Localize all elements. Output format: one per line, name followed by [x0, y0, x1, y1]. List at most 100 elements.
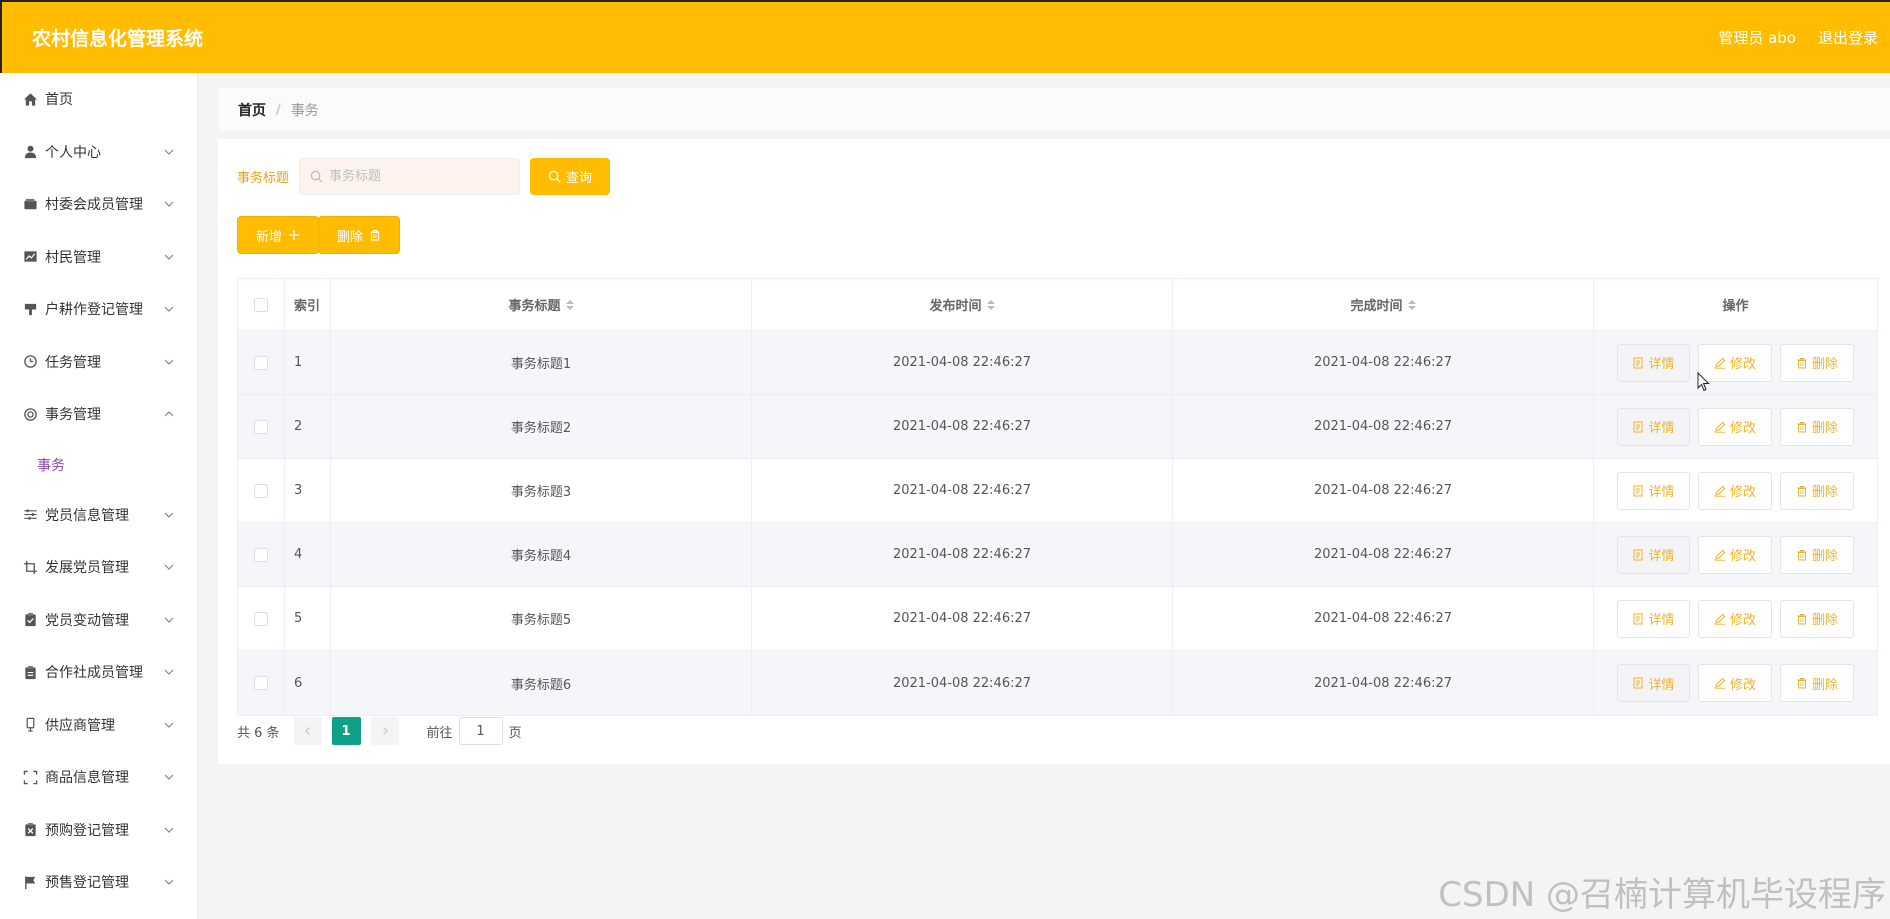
sidebar-item-label: 村民管理 [45, 249, 101, 266]
detail-button[interactable]: 详情 [1617, 599, 1690, 638]
row-checkbox[interactable] [254, 355, 268, 370]
query-button[interactable]: 查询 [530, 158, 611, 195]
goto-page-input[interactable] [458, 717, 503, 745]
detail-label: 详情 [1648, 613, 1675, 628]
sidebar-item-personal-center[interactable]: 个人中心 [0, 126, 197, 179]
row-checkbox[interactable] [254, 419, 268, 434]
edit-button[interactable]: 修改 [1698, 471, 1772, 510]
chevron-down-icon [163, 251, 175, 263]
delete-button[interactable]: 删除 [1780, 407, 1854, 446]
document-icon [1633, 357, 1643, 368]
add-button[interactable]: 新增 [237, 216, 319, 254]
affairs-table: 索引 事务标题 发布时间 完成时间 操作 1 事务标题1 2021-04-08 … [237, 278, 1878, 716]
cell-index: 4 [285, 523, 331, 586]
sidebar-item-coop-members[interactable]: 合作社成员管理 [0, 646, 197, 699]
logout-link[interactable]: 退出登录 [1818, 27, 1878, 48]
user-icon [22, 144, 38, 160]
row-checkbox[interactable] [254, 676, 268, 690]
detail-button[interactable]: 详情 [1617, 535, 1690, 574]
delete-button[interactable]: 删除 [1780, 664, 1854, 702]
next-page-button[interactable] [370, 717, 399, 745]
document-icon [1633, 677, 1643, 689]
delete-button[interactable]: 删除 [1780, 535, 1854, 574]
header-done-time[interactable]: 完成时间 [1173, 279, 1594, 330]
batch-delete-button[interactable]: 删除 [318, 216, 400, 254]
page-number[interactable]: 1 [331, 717, 361, 745]
sliders-icon [22, 507, 38, 523]
table-row: 6 事务标题6 2021-04-08 22:46:27 2021-04-08 2… [238, 651, 1877, 715]
detail-button[interactable]: 详情 [1617, 664, 1690, 702]
table-row: 2 事务标题2 2021-04-08 22:46:27 2021-04-08 2… [238, 395, 1877, 459]
table-row: 5 事务标题5 2021-04-08 22:46:27 2021-04-08 2… [238, 587, 1877, 651]
sidebar-subitem-affairs[interactable]: 事务 [0, 441, 197, 489]
sidebar-item-home[interactable]: 首页 [0, 73, 197, 126]
sidebar-item-committee[interactable]: 村委会成员管理 [0, 178, 197, 231]
table-row: 1 事务标题1 2021-04-08 22:46:27 2021-04-08 2… [238, 331, 1877, 395]
cell-publish-time: 2021-04-08 22:46:27 [752, 459, 1173, 522]
content-panel: 事务标题 查询 新增 删除 索引 事务标题 [218, 139, 1890, 764]
search-input[interactable] [329, 169, 510, 184]
sort-icon[interactable] [986, 299, 995, 310]
cell-ops: 详情 修改 删除 [1594, 651, 1877, 715]
sidebar-item-presale[interactable]: 预售登记管理 [0, 856, 197, 909]
sidebar-item-products[interactable]: 商品信息管理 [0, 751, 197, 804]
header-right: 管理员 abo 退出登录 [1718, 27, 1878, 48]
sidebar-item-party-development[interactable]: 发展党员管理 [0, 541, 197, 594]
breadcrumb-separator: / [276, 101, 281, 118]
edit-button[interactable]: 修改 [1698, 599, 1772, 638]
chevron-down-icon [163, 771, 175, 783]
goto-prefix: 前往 [426, 725, 453, 741]
row-check-cell [238, 331, 285, 394]
row-checkbox[interactable] [254, 611, 268, 626]
delete-button[interactable]: 删除 [1780, 343, 1854, 382]
select-all-checkbox[interactable] [254, 297, 268, 312]
sidebar-item-label: 商品信息管理 [45, 770, 129, 787]
sort-icon[interactable] [1407, 299, 1416, 310]
table-header-row: 索引 事务标题 发布时间 完成时间 操作 [238, 279, 1877, 331]
sidebar-item-villagers[interactable]: 村民管理 [0, 231, 197, 284]
detail-button[interactable]: 详情 [1617, 471, 1690, 510]
total-count: 共 6 条 [237, 725, 280, 741]
cell-title: 事务标题2 [331, 395, 752, 458]
row-checkbox[interactable] [254, 483, 268, 498]
sidebar-item-label: 个人中心 [45, 144, 101, 161]
edit-button[interactable]: 修改 [1698, 407, 1772, 446]
chevron-up-icon [163, 408, 175, 420]
detail-button[interactable]: 详情 [1617, 407, 1690, 446]
pencil-icon [1714, 421, 1726, 433]
header-publish-time[interactable]: 发布时间 [752, 279, 1173, 330]
row-check-cell [238, 651, 285, 715]
sidebar-item-party-member-info[interactable]: 党员信息管理 [0, 489, 197, 542]
sort-icon[interactable] [565, 299, 574, 310]
breadcrumb-home[interactable]: 首页 [238, 100, 266, 120]
chevron-down-icon [163, 198, 175, 210]
edit-button[interactable]: 修改 [1698, 535, 1772, 574]
cell-title: 事务标题5 [331, 587, 752, 650]
search-field[interactable] [299, 158, 521, 195]
header-title[interactable]: 事务标题 [331, 279, 752, 330]
sidebar-item-tasks[interactable]: 任务管理 [0, 336, 197, 389]
chart-icon [22, 249, 38, 265]
trash-icon [1797, 421, 1807, 432]
edit-button[interactable]: 修改 [1698, 664, 1772, 702]
row-checkbox[interactable] [254, 547, 268, 562]
detail-label: 详情 [1648, 549, 1675, 564]
delete-button[interactable]: 删除 [1780, 471, 1854, 510]
sidebar-item-party-change[interactable]: 党员变动管理 [0, 594, 197, 647]
prev-page-button[interactable] [293, 717, 322, 745]
delete-label: 删除 [1811, 549, 1838, 564]
cell-publish-time: 2021-04-08 22:46:27 [752, 395, 1173, 458]
sidebar-item-preorder[interactable]: 预购登记管理 [0, 804, 197, 857]
header-publish-label: 发布时间 [929, 299, 982, 314]
action-row: 新增 删除 [237, 216, 400, 254]
delete-button[interactable]: 删除 [1780, 599, 1854, 638]
query-button-label: 查询 [566, 171, 593, 186]
sidebar-item-suppliers[interactable]: 供应商管理 [0, 699, 197, 752]
sidebar-item-farming-register[interactable]: 户耕作登记管理 [0, 283, 197, 336]
detail-button[interactable]: 详情 [1617, 343, 1690, 382]
detail-label: 详情 [1648, 677, 1675, 693]
sidebar-item-label: 事务管理 [45, 407, 101, 424]
breadcrumb-current: 事务 [290, 102, 319, 119]
cell-publish-time: 2021-04-08 22:46:27 [752, 331, 1173, 394]
sidebar-item-affairs[interactable]: 事务管理 [0, 388, 197, 441]
